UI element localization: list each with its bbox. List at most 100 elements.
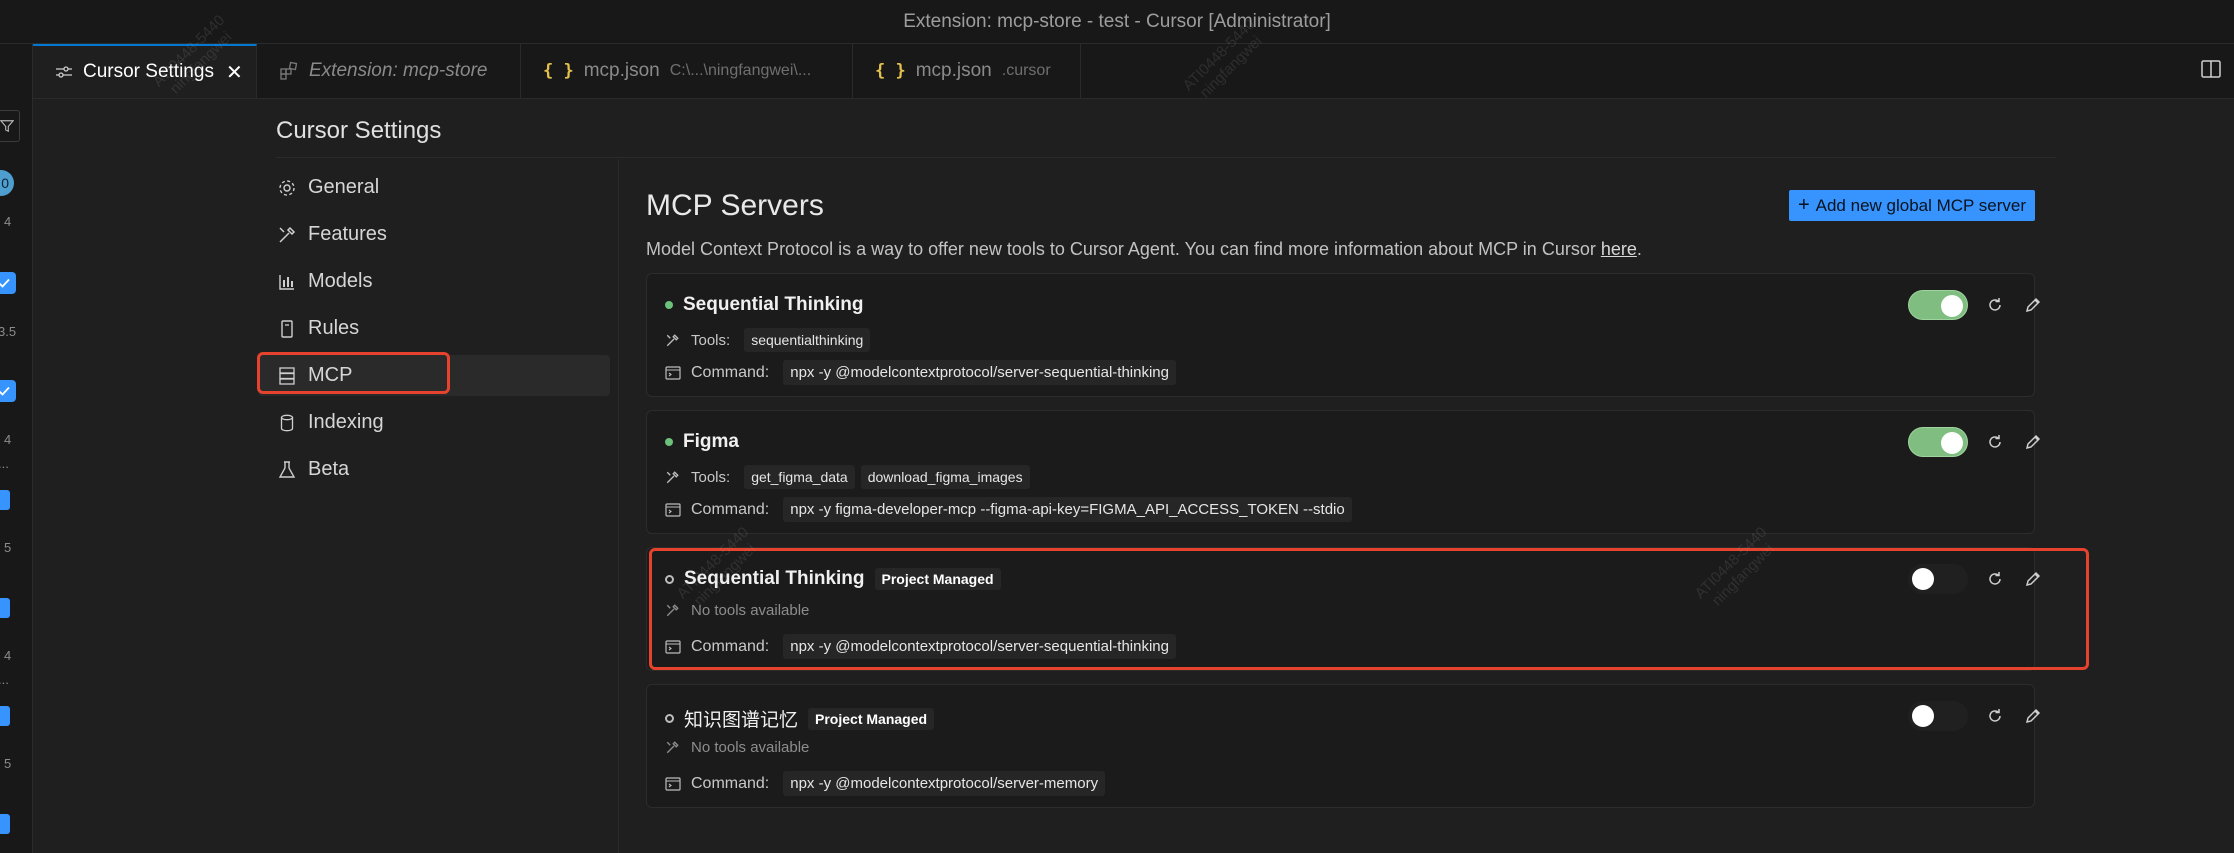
tab-label: mcp.json	[915, 60, 992, 81]
toggle-knob	[1941, 432, 1963, 454]
command-value: npx -y @modelcontextprotocol/server-sequ…	[783, 360, 1176, 385]
tab-path: .cursor	[1001, 62, 1051, 79]
install-button-fragment[interactable]	[0, 814, 10, 834]
refresh-icon[interactable]	[1984, 431, 2006, 453]
tools-label: Tools:	[691, 331, 731, 349]
toggle-knob	[1941, 295, 1963, 317]
divider	[276, 157, 2056, 158]
tab-extension-mcp-store[interactable]: Extension: mcp-store	[257, 44, 521, 98]
bar-chart-icon	[276, 271, 298, 293]
tools-icon	[665, 469, 681, 485]
highlight-annotation	[257, 352, 450, 394]
nav-label: Models	[308, 270, 373, 292]
toggle-knob	[1912, 705, 1934, 727]
add-button-label: Add new global MCP server	[1815, 195, 2027, 215]
mcp-info-link[interactable]: here	[1601, 239, 1637, 259]
checkbox-checked-icon[interactable]	[0, 380, 16, 402]
tools-icon	[665, 332, 681, 348]
refresh-icon[interactable]	[1984, 294, 2006, 316]
server-name: Figma	[683, 431, 739, 452]
json-icon: { }	[543, 61, 574, 81]
ellipsis-text: ...	[0, 672, 9, 687]
divider	[618, 159, 619, 853]
nav-item-general[interactable]: General	[258, 167, 610, 208]
edit-pencil-icon[interactable]	[2022, 705, 2044, 727]
nav-label: Indexing	[308, 411, 384, 433]
mcp-title: MCP Servers	[646, 189, 824, 222]
plus-icon: +	[1797, 194, 1810, 216]
install-button-fragment[interactable]	[0, 706, 10, 726]
database-icon	[276, 412, 298, 434]
rating-count: 3.5	[0, 324, 17, 339]
rating-count: 4	[4, 214, 12, 229]
checkbox-checked-icon[interactable]	[0, 272, 16, 294]
tool-chip: sequentialthinking	[744, 328, 871, 352]
server-name: Sequential Thinking	[683, 294, 864, 315]
status-dot-enabled	[665, 301, 673, 309]
tools-icon	[665, 740, 681, 756]
command-value: npx -y @modelcontextprotocol/server-memo…	[783, 771, 1106, 796]
status-dot-enabled	[665, 438, 673, 446]
editor-tab-bar: Cursor Settings ✕ Extension: mcp-store {…	[33, 44, 2234, 99]
install-button-fragment[interactable]	[0, 598, 10, 618]
tool-chip: download_figma_images	[860, 465, 1030, 489]
enable-toggle[interactable]	[1908, 290, 1968, 320]
edit-pencil-icon[interactable]	[2022, 431, 2044, 453]
highlight-annotation	[649, 548, 2089, 670]
mcp-description: Model Context Protocol is a way to offer…	[646, 239, 1642, 260]
tools-label: Tools:	[691, 468, 731, 486]
book-icon	[276, 318, 298, 340]
no-tools-text: No tools available	[691, 739, 810, 756]
nav-label: General	[308, 176, 380, 198]
mcp-server-card: 知识图谱记忆 Project Managed No tools availabl…	[646, 684, 2041, 808]
ellipsis-text: ...	[0, 456, 9, 471]
rating-count: 4	[4, 648, 12, 663]
filter-icon[interactable]	[0, 110, 20, 142]
rating-count: 5	[4, 540, 12, 555]
gear-icon	[276, 177, 298, 199]
add-global-mcp-server-button[interactable]: + Add new global MCP server	[1789, 190, 2035, 221]
nav-label: Beta	[308, 458, 350, 480]
enable-toggle[interactable]	[1908, 427, 1968, 457]
nav-item-models[interactable]: Models	[258, 261, 610, 302]
terminal-icon	[665, 365, 681, 381]
edit-pencil-icon[interactable]	[2022, 294, 2044, 316]
nav-label: Features	[308, 223, 387, 245]
enable-toggle[interactable]	[1908, 701, 1968, 731]
command-label: Command:	[691, 363, 770, 381]
status-dot-disabled	[665, 714, 674, 723]
window-titlebar: Extension: mcp-store - test - Cursor [Ad…	[0, 0, 2234, 44]
tab-mcp-json-project[interactable]: { } mcp.json .cursor	[853, 44, 1081, 98]
close-icon[interactable]: ✕	[226, 60, 243, 85]
project-managed-badge: Project Managed	[808, 707, 935, 730]
rating-count: 4	[4, 432, 12, 447]
json-icon: { }	[875, 61, 906, 81]
extensions-icon	[279, 61, 299, 81]
command-value: npx -y figma-developer-mcp --figma-api-k…	[783, 497, 1352, 522]
settings-sliders-icon	[55, 65, 73, 79]
nav-label: Rules	[308, 317, 360, 339]
mcp-description-text: Model Context Protocol is a way to offer…	[646, 239, 1601, 259]
tab-mcp-json-user[interactable]: { } mcp.json C:\...\ningfangwei\...	[521, 44, 853, 98]
count-badge: 0	[0, 170, 14, 196]
terminal-icon	[665, 776, 681, 792]
tools-icon	[276, 224, 298, 246]
nav-item-features[interactable]: Features	[258, 214, 610, 255]
rating-count: 5	[4, 756, 12, 771]
command-label: Command:	[691, 500, 770, 518]
mcp-server-card: Sequential Thinking Tools: sequentialthi…	[646, 273, 2041, 397]
tool-chip: get_figma_data	[744, 465, 855, 489]
server-name: 知识图谱记忆	[684, 710, 799, 731]
terminal-icon	[665, 502, 681, 518]
tab-label: Extension: mcp-store	[309, 60, 488, 81]
settings-nav: General Features Models Rules MCP Indexi…	[258, 167, 610, 496]
nav-item-beta[interactable]: Beta	[258, 449, 610, 490]
cursor-settings-panel: Cursor Settings General Features Models	[33, 99, 2234, 853]
refresh-icon[interactable]	[1984, 705, 2006, 727]
install-button-fragment[interactable]	[0, 490, 10, 510]
settings-title: Cursor Settings	[276, 117, 442, 144]
activity-strip: 0 4 3.5 4 ... 5 4 ... 5	[0, 44, 33, 853]
nav-item-indexing[interactable]: Indexing	[258, 402, 610, 443]
split-editor-icon[interactable]	[2200, 58, 2224, 82]
nav-item-rules[interactable]: Rules	[258, 308, 610, 349]
